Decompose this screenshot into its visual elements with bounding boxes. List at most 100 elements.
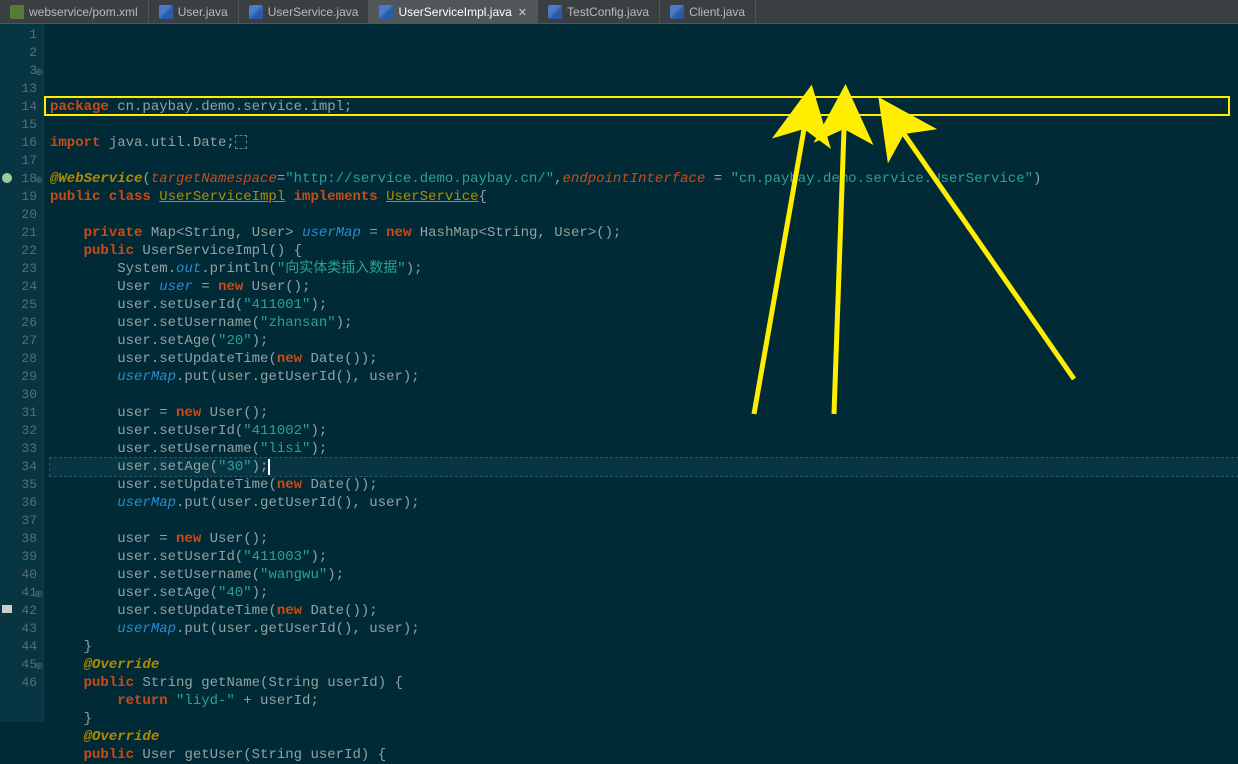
code-line[interactable]: user.setUsername("wangwu");: [50, 566, 1238, 584]
line-number[interactable]: 43: [0, 620, 37, 638]
line-number[interactable]: 24: [0, 278, 37, 296]
java-file-icon: [670, 5, 684, 19]
line-number[interactable]: 14: [0, 98, 37, 116]
code-line[interactable]: public String getName(String userId) {: [50, 674, 1238, 692]
code-line[interactable]: user.setUserId("411003");: [50, 548, 1238, 566]
line-number[interactable]: 15: [0, 116, 37, 134]
code-line[interactable]: userMap.put(user.getUserId(), user);: [50, 620, 1238, 638]
line-number[interactable]: 44: [0, 638, 37, 656]
code-line[interactable]: [50, 116, 1238, 134]
code-line[interactable]: user.setUpdateTime(new Date());: [50, 602, 1238, 620]
line-number[interactable]: 18⊕: [0, 170, 37, 188]
line-number[interactable]: 23: [0, 260, 37, 278]
code-line[interactable]: private Map<String, User> userMap = new …: [50, 224, 1238, 242]
line-number[interactable]: 21: [0, 224, 37, 242]
tab-webservice-pom-xml[interactable]: webservice/pom.xml: [0, 0, 149, 24]
code-line[interactable]: [50, 152, 1238, 170]
close-icon[interactable]: ✕: [518, 6, 527, 19]
code-line[interactable]: user.setAge("40");: [50, 584, 1238, 602]
code-line[interactable]: userMap.put(user.getUserId(), user);: [50, 494, 1238, 512]
tab-userserviceimpl-java[interactable]: UserServiceImpl.java✕: [369, 0, 538, 24]
line-number[interactable]: 28: [0, 350, 37, 368]
code-line[interactable]: [50, 206, 1238, 224]
code-line[interactable]: public UserServiceImpl() {: [50, 242, 1238, 260]
line-number[interactable]: 41⊕: [0, 584, 37, 602]
line-number[interactable]: 37: [0, 512, 37, 530]
line-number[interactable]: 46: [0, 674, 37, 692]
code-line[interactable]: userMap.put(user.getUserId(), user);: [50, 368, 1238, 386]
code-line[interactable]: user = new User();: [50, 530, 1238, 548]
line-number[interactable]: 34: [0, 458, 37, 476]
line-number[interactable]: 42: [0, 602, 37, 620]
line-number[interactable]: 29: [0, 368, 37, 386]
tab-userservice-java[interactable]: UserService.java: [239, 0, 370, 24]
line-number[interactable]: 33: [0, 440, 37, 458]
code-line[interactable]: @Override: [50, 728, 1238, 746]
code-line[interactable]: public class UserServiceImpl implements …: [50, 188, 1238, 206]
line-number[interactable]: 20: [0, 206, 37, 224]
code-token: Date());: [310, 603, 377, 619]
code-line[interactable]: user.setUserId("411001");: [50, 296, 1238, 314]
code-token: new: [176, 531, 210, 547]
fold-icon[interactable]: ⊕: [33, 65, 43, 75]
code-line[interactable]: import java.util.Date;: [50, 134, 1238, 152]
line-number[interactable]: 31: [0, 404, 37, 422]
line-number[interactable]: 40: [0, 566, 37, 584]
code-area[interactable]: package cn.paybay.demo.service.impl; impo…: [44, 24, 1238, 722]
code-line[interactable]: user = new User();: [50, 404, 1238, 422]
code-token: targetNamespace: [151, 171, 277, 187]
code-line[interactable]: User user = new User();: [50, 278, 1238, 296]
code-token: userId: [327, 675, 377, 691]
line-number[interactable]: 38: [0, 530, 37, 548]
override-marker-icon[interactable]: [2, 605, 12, 613]
line-number[interactable]: 36: [0, 494, 37, 512]
line-number[interactable]: 3⊕: [0, 62, 37, 80]
line-number[interactable]: 25: [0, 296, 37, 314]
line-number[interactable]: 17: [0, 152, 37, 170]
code-token: [50, 351, 117, 367]
code-token: [50, 729, 84, 745]
code-line[interactable]: user.setUpdateTime(new Date());: [50, 350, 1238, 368]
code-line[interactable]: user.setAge("30");: [50, 458, 1238, 476]
folded-import-indicator-icon[interactable]: [235, 135, 247, 149]
line-number[interactable]: 22: [0, 242, 37, 260]
line-number[interactable]: 26: [0, 314, 37, 332]
code-line[interactable]: [50, 512, 1238, 530]
tab-user-java[interactable]: User.java: [149, 0, 239, 24]
code-token: [50, 441, 117, 457]
line-number[interactable]: 27: [0, 332, 37, 350]
code-line[interactable]: return "liyd-" + userId;: [50, 692, 1238, 710]
code-line[interactable]: user.setUpdateTime(new Date());: [50, 476, 1238, 494]
line-number[interactable]: 35: [0, 476, 37, 494]
line-number[interactable]: 30: [0, 386, 37, 404]
code-line[interactable]: user.setUsername("zhansan");: [50, 314, 1238, 332]
code-line[interactable]: }: [50, 710, 1238, 728]
code-line[interactable]: package cn.paybay.demo.service.impl;: [50, 98, 1238, 116]
line-number[interactable]: 2: [0, 44, 37, 62]
code-token: UserService: [386, 189, 478, 205]
code-line[interactable]: [50, 386, 1238, 404]
code-line[interactable]: user.setUsername("lisi");: [50, 440, 1238, 458]
line-number[interactable]: 1: [0, 26, 37, 44]
code-token: [50, 747, 84, 763]
line-number[interactable]: 39: [0, 548, 37, 566]
code-token: @WebService: [50, 171, 142, 187]
line-number[interactable]: 32: [0, 422, 37, 440]
fold-icon[interactable]: ⊕: [33, 659, 43, 669]
fold-icon[interactable]: ⊕: [33, 173, 43, 183]
code-line[interactable]: System.out.println("向实体类插入数据");: [50, 260, 1238, 278]
line-number[interactable]: 13: [0, 80, 37, 98]
code-line[interactable]: }: [50, 638, 1238, 656]
tab-client-java[interactable]: Client.java: [660, 0, 756, 24]
code-line[interactable]: @WebService(targetNamespace="http://serv…: [50, 170, 1238, 188]
tab-testconfig-java[interactable]: TestConfig.java: [538, 0, 660, 24]
code-token: [50, 657, 84, 673]
line-number[interactable]: 16: [0, 134, 37, 152]
code-line[interactable]: user.setAge("20");: [50, 332, 1238, 350]
fold-icon[interactable]: ⊕: [33, 587, 43, 597]
code-line[interactable]: public User getUser(String userId) {: [50, 746, 1238, 764]
line-number[interactable]: 19: [0, 188, 37, 206]
code-line[interactable]: @Override: [50, 656, 1238, 674]
line-number[interactable]: 45⊕: [0, 656, 37, 674]
code-line[interactable]: user.setUserId("411002");: [50, 422, 1238, 440]
